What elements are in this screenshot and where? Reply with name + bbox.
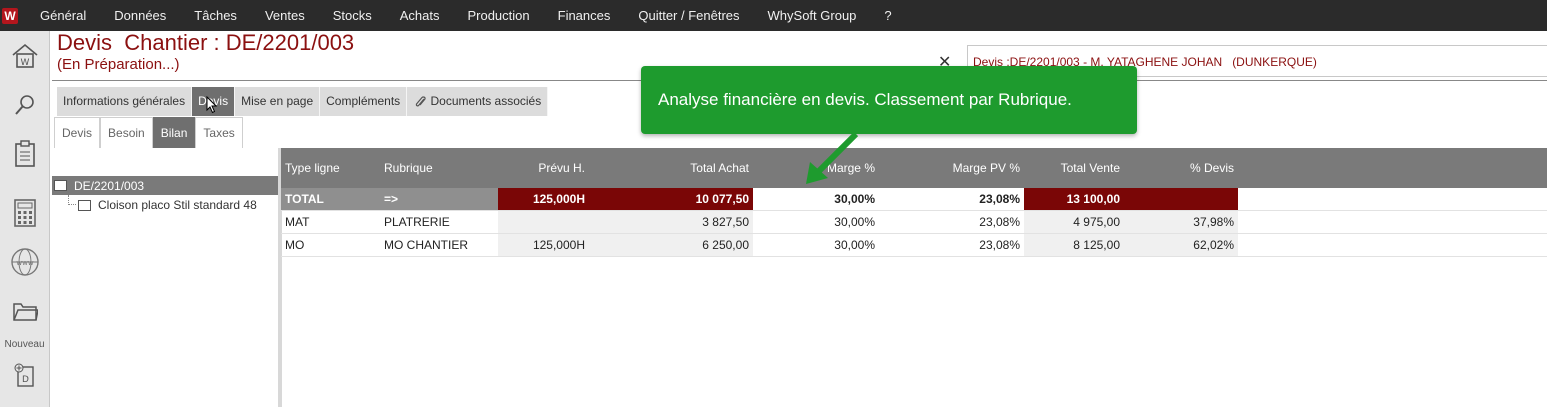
tab-informations-generales[interactable]: Informations générales	[57, 87, 193, 116]
menu-general[interactable]: Général	[26, 0, 100, 31]
column-header[interactable]: Total Achat	[589, 148, 753, 188]
tab-complements[interactable]: Compléments	[320, 87, 408, 116]
folder-button[interactable]	[0, 286, 50, 335]
table-cell: 23,08%	[979, 215, 1020, 229]
tree-child-label: Cloison placo Stil standard 48	[98, 198, 257, 212]
tooltip-callout: Analyse financière en devis. Classement …	[641, 66, 1137, 134]
total-row[interactable]: TOTAL => 125,000H 10 077,50 30,00% 23,08…	[281, 188, 1547, 211]
new-document-button[interactable]: D	[0, 350, 50, 399]
subtab-taxes[interactable]: Taxes	[195, 117, 243, 148]
table-cell: PLATRERIE	[384, 215, 450, 229]
financial-analysis-grid: Type ligne Rubrique Prévu H. Total Achat…	[281, 148, 1547, 257]
tab-mise-en-page[interactable]: Mise en page	[235, 87, 321, 116]
calculator-icon	[14, 198, 36, 227]
menu-quitter-fenetres[interactable]: Quitter / Fenêtres	[624, 0, 753, 31]
table-cell: 62,02%	[1124, 234, 1238, 256]
new-document-icon: D	[14, 363, 34, 387]
column-header[interactable]: % Devis	[1124, 148, 1238, 188]
clipboard-button[interactable]	[0, 129, 50, 178]
column-header[interactable]: Rubrique	[380, 148, 498, 188]
app-logo[interactable]: W	[2, 7, 18, 24]
calculator-button[interactable]	[0, 188, 50, 237]
table-cell: 37,98%	[1124, 211, 1238, 233]
tab-documents-associes-label: Documents associés	[430, 94, 542, 108]
table-cell: 8 125,00	[1024, 234, 1124, 256]
table-cell	[1124, 188, 1238, 210]
grid-header: Type ligne Rubrique Prévu H. Total Achat…	[281, 148, 1547, 188]
tab-devis[interactable]: Devis	[192, 87, 236, 116]
menu-help[interactable]: ?	[870, 0, 905, 31]
table-cell: 23,08%	[979, 192, 1020, 206]
table-cell: 13 100,00	[1024, 188, 1124, 210]
table-cell: MO CHANTIER	[384, 238, 468, 252]
table-cell: 3 827,50	[589, 211, 753, 233]
menu-ventes[interactable]: Ventes	[251, 0, 319, 31]
table-cell: 125,000H	[498, 188, 589, 210]
column-header[interactable]: Prévu H.	[498, 148, 589, 188]
table-cell: 30,00%	[834, 215, 875, 229]
menu-donnees[interactable]: Données	[100, 0, 180, 31]
svg-text:W: W	[21, 58, 30, 68]
table-cell: MO	[285, 238, 305, 252]
menu-bar: W Général Données Tâches Ventes Stocks A…	[0, 0, 1547, 31]
home-button[interactable]: W	[0, 31, 50, 80]
page-title: Devis Chantier : DE/2201/003	[57, 30, 355, 55]
column-header[interactable]: Total Vente	[1024, 148, 1124, 188]
table-cell: 23,08%	[979, 238, 1020, 252]
mouse-cursor-icon	[206, 96, 218, 114]
menu-taches[interactable]: Tâches	[180, 0, 251, 31]
folder-icon	[13, 302, 38, 321]
table-cell: 4 975,00	[1024, 211, 1124, 233]
table-cell: =>	[380, 188, 498, 210]
new-label: Nouveau	[4, 339, 45, 350]
column-header[interactable]: Marge PV %	[879, 148, 1024, 188]
svg-text:D: D	[22, 375, 29, 385]
menu-achats[interactable]: Achats	[386, 0, 454, 31]
subtab-besoin[interactable]: Besoin	[100, 117, 153, 148]
globe-icon: www	[11, 247, 39, 276]
document-status: (En Préparation...)	[57, 56, 180, 73]
svg-text:www: www	[16, 259, 33, 267]
sub-tabs: Devis Besoin Bilan Taxes	[54, 117, 243, 148]
table-cell	[498, 211, 589, 233]
column-header[interactable]: Type ligne	[281, 148, 380, 188]
table-cell: 10 077,50	[589, 188, 753, 210]
table-cell: 30,00%	[834, 192, 875, 206]
table-cell: TOTAL	[281, 188, 380, 210]
menu-whysoft-group[interactable]: WhySoft Group	[754, 0, 871, 31]
quote-tree: DE/2201/003 Cloison placo Stil standard …	[52, 176, 278, 215]
table-cell: 125,000H	[498, 234, 589, 256]
folder-icon	[78, 199, 91, 211]
subtab-devis[interactable]: Devis	[54, 117, 101, 148]
sidebar: W www Nouveau D	[0, 31, 50, 407]
tree-root-item[interactable]: DE/2201/003	[52, 176, 278, 195]
main-tabs: Informations générales Devis Mise en pag…	[57, 87, 549, 116]
tab-documents-associes[interactable]: Documents associés	[407, 87, 549, 116]
menu-production[interactable]: Production	[453, 0, 543, 31]
web-button[interactable]: www	[0, 237, 50, 286]
search-button[interactable]	[0, 80, 50, 129]
search-icon	[15, 94, 34, 115]
subtab-bilan[interactable]: Bilan	[152, 117, 196, 148]
home-icon: W	[12, 43, 38, 68]
table-cell: MAT	[285, 215, 310, 229]
menu-stocks[interactable]: Stocks	[319, 0, 386, 31]
table-cell: 30,00%	[834, 238, 875, 252]
clipboard-icon	[15, 139, 35, 167]
folder-icon	[54, 180, 67, 191]
paperclip-icon	[415, 96, 426, 107]
tree-root-label: DE/2201/003	[74, 178, 145, 193]
tree-connector	[68, 195, 76, 205]
menu-finances[interactable]: Finances	[544, 0, 625, 31]
table-row[interactable]: MAT PLATRERIE 3 827,50 30,00% 23,08% 4 9…	[281, 211, 1547, 234]
tree-child-item[interactable]: Cloison placo Stil standard 48	[52, 195, 278, 215]
table-row[interactable]: MO MO CHANTIER 125,000H 6 250,00 30,00% …	[281, 234, 1547, 257]
callout-arrow-icon	[806, 131, 859, 184]
table-cell: 6 250,00	[589, 234, 753, 256]
